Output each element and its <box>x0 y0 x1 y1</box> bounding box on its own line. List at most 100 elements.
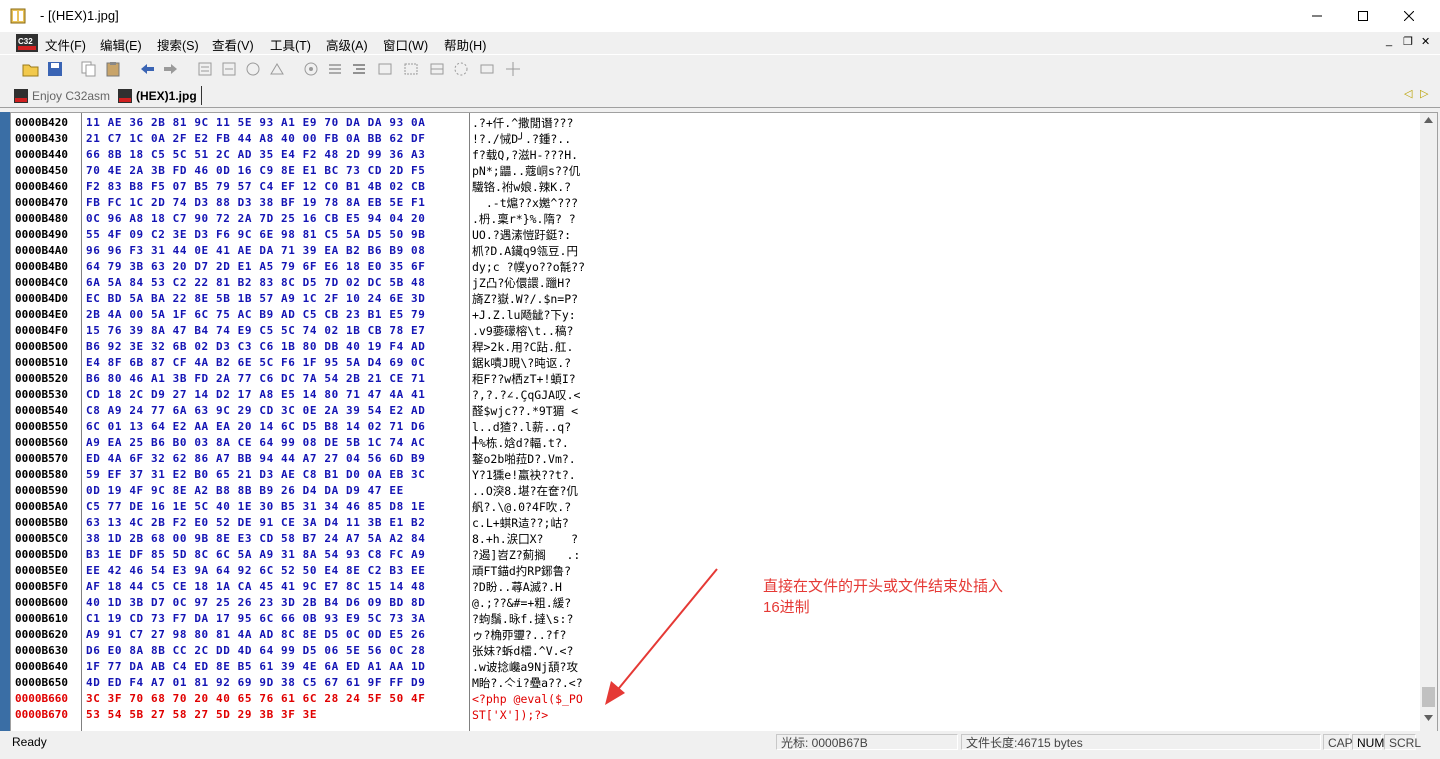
row-hex-bytes[interactable]: 4D ED F4 A7 01 81 92 69 9D 38 C5 67 61 9… <box>82 675 425 691</box>
row-ascii[interactable]: ?D盼..蕁A滅?.H <box>470 579 562 595</box>
scrollbar-thumb[interactable] <box>1422 687 1435 707</box>
row-ascii[interactable]: pN*;鼺..蔻峒s??仉 <box>470 163 580 179</box>
row-hex-bytes[interactable]: 15 76 39 8A 47 B4 74 E9 C5 5C 74 02 1B C… <box>82 323 425 339</box>
row-hex-bytes[interactable]: D6 E0 8A 8B CC 2C DD 4D 64 99 D5 06 5E 5… <box>82 643 425 659</box>
mdi-close-button[interactable]: ✕ <box>1421 35 1430 48</box>
row-hex-bytes[interactable]: C5 77 DE 16 1E 5C 40 1E 30 B5 31 34 46 8… <box>82 499 425 515</box>
scroll-up-icon[interactable] <box>1424 117 1433 123</box>
row-ascii[interactable]: ?蚼鬚.昹f.撻\s:? <box>470 611 573 627</box>
tool-icon-2[interactable] <box>220 60 238 78</box>
row-hex-bytes[interactable]: 3C 3F 70 68 70 20 40 65 76 61 6C 28 24 5… <box>82 691 425 707</box>
tab-next-icon[interactable]: ▷ <box>1420 87 1428 100</box>
row-hex-bytes[interactable]: 64 79 3B 63 20 D7 2D E1 A5 79 6F E6 18 E… <box>82 259 425 275</box>
vertical-scrollbar[interactable] <box>1420 113 1437 731</box>
row-ascii[interactable]: 鐜o2b啪菈D?.Vm?. <box>470 451 576 467</box>
tool-icon-10[interactable] <box>428 60 446 78</box>
row-ascii[interactable]: +J.Z.lu飏龇?下y: <box>470 307 576 323</box>
menu-search[interactable]: 搜索(S) <box>157 35 199 54</box>
row-hex-bytes[interactable]: 55 4F 09 C2 3E D3 F6 9C 6E 98 81 C5 5A D… <box>82 227 425 243</box>
row-ascii[interactable]: jZ凸?伈儇譞.躐H? <box>470 275 571 291</box>
row-ascii[interactable]: l..d猹?.l薪..q? <box>470 419 571 435</box>
row-hex-bytes[interactable]: A9 91 C7 27 98 80 81 4A AD 8C 8E D5 0C 0… <box>82 627 425 643</box>
row-ascii[interactable]: .?+仟.^撒閒谮??? <box>470 115 573 131</box>
menu-view[interactable]: 查看(V) <box>212 35 254 54</box>
row-hex-bytes[interactable]: A9 EA 25 B6 B0 03 8A CE 64 99 08 DE 5B 1… <box>82 435 425 451</box>
row-ascii[interactable]: Y?1獯e!蠃袂??t?. <box>470 467 576 483</box>
row-ascii[interactable]: .v9嬊礞榕\t..稿? <box>470 323 573 339</box>
menu-window[interactable]: 窗口(W) <box>383 35 428 54</box>
menu-help[interactable]: 帮助(H) <box>444 35 486 54</box>
row-hex-bytes[interactable]: CD 18 2C D9 27 14 D2 17 A8 E5 14 80 71 4… <box>82 387 425 403</box>
paste-icon[interactable] <box>104 60 122 78</box>
row-hex-bytes[interactable]: C8 A9 24 77 6A 63 9C 29 CD 3C 0E 2A 39 5… <box>82 403 425 419</box>
row-hex-bytes[interactable]: 1F 77 DA AB C4 ED 8E B5 61 39 4E 6A ED A… <box>82 659 425 675</box>
row-ascii[interactable]: .w诐捻巉a9Nj頢?攻 <box>470 659 578 675</box>
row-ascii[interactable]: ╀%栋.娢d?輻.t?. <box>470 435 569 451</box>
row-ascii[interactable]: ST['X']);?> <box>470 707 548 723</box>
row-hex-bytes[interactable]: AF 18 44 C5 CE 18 1A CA 45 41 9C E7 8C 1… <box>82 579 425 595</box>
tool-icon-5[interactable] <box>302 60 320 78</box>
tool-icon-3[interactable] <box>244 60 262 78</box>
tool-icon-4[interactable] <box>268 60 286 78</box>
row-hex-bytes[interactable]: 53 54 5B 27 58 27 5D 29 3B 3F 3E <box>82 707 317 723</box>
row-ascii[interactable]: dy;c ?幞yo??o毻?? <box>470 259 585 275</box>
row-hex-bytes[interactable]: 6C 01 13 64 E2 AA EA 20 14 6C D5 B8 14 0… <box>82 419 425 435</box>
tab-hex-1jpg[interactable]: (HEX)1.jpg <box>118 86 202 105</box>
tool-icon-8[interactable] <box>376 60 394 78</box>
row-ascii[interactable]: M眙?.亽i?疉a??.<? <box>470 675 583 691</box>
row-hex-bytes[interactable]: EE 42 46 54 E3 9A 64 92 6C 52 50 E4 8E C… <box>82 563 425 579</box>
row-hex-bytes[interactable]: 0D 19 4F 9C 8E A2 B8 8B B9 26 D4 DA D9 4… <box>82 483 404 499</box>
menu-tools[interactable]: 工具(T) <box>270 35 311 54</box>
row-ascii[interactable]: ゥ?桷丣瓕?..?f? <box>470 627 566 643</box>
row-ascii[interactable]: UO.?遇溸愷趶鋌?: <box>470 227 571 243</box>
row-hex-bytes[interactable]: C1 19 CD 73 F7 DA 17 95 6C 66 0B 93 E9 5… <box>82 611 425 627</box>
mdi-restore-button[interactable]: ❐ <box>1403 35 1413 48</box>
row-ascii[interactable]: 旖Z?嶽.W?/.$n=P? <box>470 291 578 307</box>
hex-column[interactable]: 11 AE 36 2B 81 9C 11 5E 93 A1 E9 70 DA D… <box>82 113 470 731</box>
row-ascii[interactable]: 枛?D.A鑶q9瓴豆.円 <box>470 243 578 259</box>
row-hex-bytes[interactable]: ED 4A 6F 32 62 86 A7 BB 94 44 A7 27 04 5… <box>82 451 425 467</box>
back-arrow-icon[interactable] <box>138 60 156 78</box>
open-file-icon[interactable] <box>22 60 40 78</box>
row-ascii[interactable]: 舤?.\@.0?4F吹.? <box>470 499 571 515</box>
row-ascii[interactable]: c.L+蜞R迼??;岵? <box>470 515 569 531</box>
row-hex-bytes[interactable]: B6 92 3E 32 6B 02 D3 C3 C6 1B 80 DB 40 1… <box>82 339 425 355</box>
row-ascii[interactable]: ?遏]岧Z?薊搁 .: <box>470 547 580 563</box>
tool-icon-11[interactable] <box>452 60 470 78</box>
row-hex-bytes[interactable]: 2B 4A 00 5A 1F 6C 75 AC B9 AD C5 CB 23 B… <box>82 307 425 323</box>
row-ascii[interactable]: !?./悈D╯.?鍾?.. <box>470 131 571 147</box>
tool-icon-9[interactable] <box>402 60 420 78</box>
row-hex-bytes[interactable]: 70 4E 2A 3B FD 46 0D 16 C9 8E E1 BC 73 C… <box>82 163 425 179</box>
row-hex-bytes[interactable]: 40 1D 3B D7 0C 97 25 26 23 3D 2B B4 D6 0… <box>82 595 425 611</box>
row-hex-bytes[interactable]: 66 8B 18 C5 5C 51 2C AD 35 E4 F2 48 2D 9… <box>82 147 425 163</box>
row-hex-bytes[interactable]: 59 EF 37 31 E2 B0 65 21 D3 AE C8 B1 D0 0… <box>82 467 425 483</box>
row-ascii[interactable]: ..O湥8.堪?在奩?仉 <box>470 483 578 499</box>
menu-edit[interactable]: 编辑(E) <box>100 35 142 54</box>
row-hex-bytes[interactable]: B3 1E DF 85 5D 8C 6C 5A A9 31 8A 54 93 C… <box>82 547 425 563</box>
row-hex-bytes[interactable]: E4 8F 6B 87 CF 4A B2 6E 5C F6 1F 95 5A D… <box>82 355 425 371</box>
row-ascii[interactable]: ?,?.?∠.ÇqGJA叹.< <box>470 387 580 403</box>
row-hex-bytes[interactable]: 96 96 F3 31 44 0E 41 AE DA 71 39 EA B2 B… <box>82 243 425 259</box>
tool-icon-6[interactable] <box>326 60 344 78</box>
forward-arrow-icon[interactable] <box>162 60 180 78</box>
menu-file[interactable]: 文件(F) <box>45 35 86 54</box>
copy-icon[interactable] <box>80 60 98 78</box>
row-ascii[interactable]: .-t熩??x嬔^??? <box>470 195 578 211</box>
tool-icon-13[interactable] <box>504 60 522 78</box>
row-hex-bytes[interactable]: 21 C7 1C 0A 2F E2 FB 44 A8 40 00 FB 0A B… <box>82 131 425 147</box>
row-ascii[interactable]: .枬.稟r*}%.隋? ? <box>470 211 576 227</box>
row-hex-bytes[interactable]: B6 80 46 A1 3B FD 2A 77 C6 DC 7A 54 2B 2… <box>82 371 425 387</box>
row-ascii[interactable]: 頑FT錨d扚RP鋣鲁? <box>470 563 571 579</box>
row-hex-bytes[interactable]: 11 AE 36 2B 81 9C 11 5E 93 A1 E9 70 DA D… <box>82 115 425 131</box>
row-ascii[interactable]: @.;??&#=+粗.緩? <box>470 595 571 611</box>
row-hex-bytes[interactable]: 38 1D 2B 68 00 9B 8E E3 CD 58 B7 24 A7 5… <box>82 531 425 547</box>
row-ascii[interactable]: 稈>2k.用?C跕.舡. <box>470 339 573 355</box>
tool-icon-12[interactable] <box>478 60 496 78</box>
scroll-down-icon[interactable] <box>1424 715 1433 721</box>
row-ascii[interactable]: 8.+h.涙囗X? ? <box>470 531 578 547</box>
maximize-button[interactable] <box>1340 0 1386 32</box>
save-icon[interactable] <box>46 60 64 78</box>
row-hex-bytes[interactable]: FB FC 1C 2D 74 D3 88 D3 38 BF 19 78 8A E… <box>82 195 425 211</box>
tab-prev-icon[interactable]: ◁ <box>1404 87 1412 100</box>
row-ascii[interactable]: f?载Q,?滋H-???H. <box>470 147 578 163</box>
